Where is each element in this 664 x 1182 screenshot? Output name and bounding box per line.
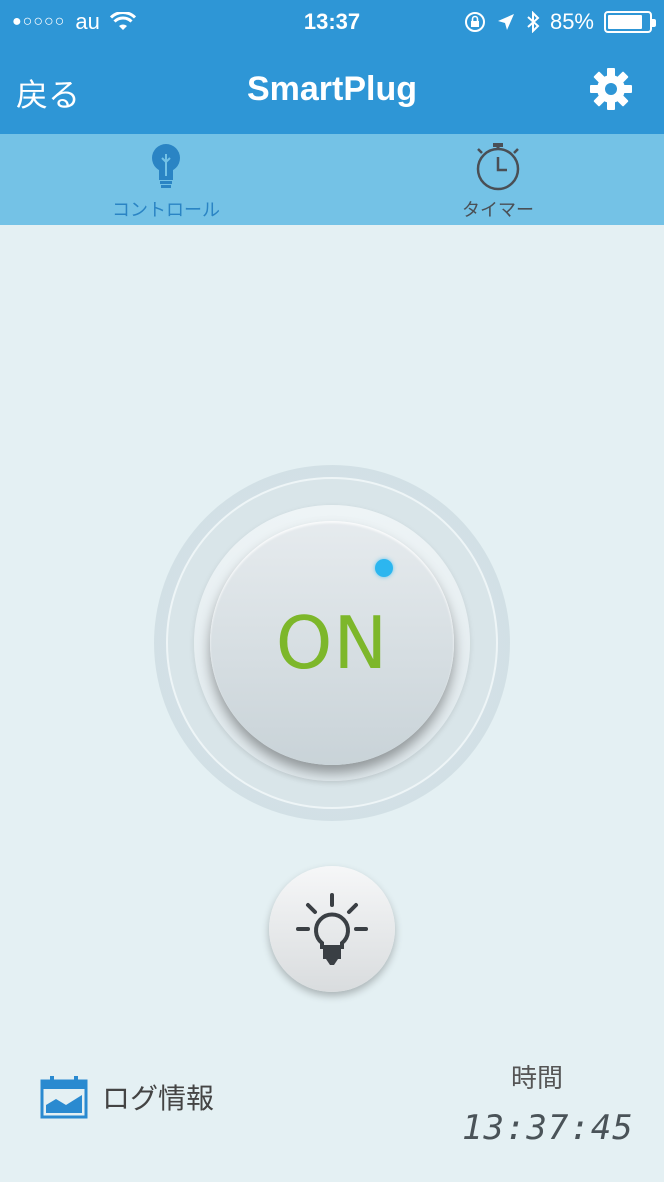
lightbulb-icon bbox=[152, 144, 180, 188]
tab-control-label: コントロール bbox=[112, 200, 220, 221]
clock-display: 13:37:45 bbox=[462, 1108, 634, 1148]
top-bar: ●○○○○ au 13:37 85% 戻る SmartPlug bbox=[0, 0, 664, 134]
log-info-label: ログ情報 bbox=[102, 1082, 215, 1115]
location-icon bbox=[497, 14, 514, 30]
page-title: SmartPlug bbox=[246, 70, 418, 108]
tab-bar: コントロール タイマー bbox=[0, 134, 664, 225]
power-button[interactable]: ON bbox=[210, 521, 454, 765]
status-right: 85% bbox=[464, 9, 656, 35]
time-label: 時間 bbox=[511, 1064, 564, 1094]
status-bar: ●○○○○ au 13:37 85% bbox=[0, 0, 664, 44]
stopwatch-icon bbox=[476, 143, 520, 191]
battery-percent: 85% bbox=[549, 9, 594, 34]
navigation-bar: 戻る SmartPlug bbox=[0, 44, 664, 134]
battery-fill bbox=[608, 15, 642, 29]
power-state-label: ON bbox=[275, 601, 389, 685]
log-info-button[interactable]: ログ情報 bbox=[40, 1075, 214, 1119]
rotation-lock-icon bbox=[464, 12, 485, 32]
gear-icon[interactable] bbox=[588, 66, 634, 112]
tab-timer-label: タイマー bbox=[462, 200, 534, 221]
battery-icon bbox=[604, 11, 656, 33]
power-control: ON bbox=[154, 465, 510, 821]
chart-calendar-icon bbox=[40, 1076, 88, 1119]
status-led bbox=[375, 559, 393, 577]
light-button[interactable] bbox=[269, 866, 395, 992]
tab-timer[interactable]: タイマー bbox=[332, 134, 664, 225]
bluetooth-icon bbox=[527, 11, 540, 33]
tab-control[interactable]: コントロール bbox=[0, 134, 332, 225]
lightbulb-icon bbox=[296, 893, 368, 965]
